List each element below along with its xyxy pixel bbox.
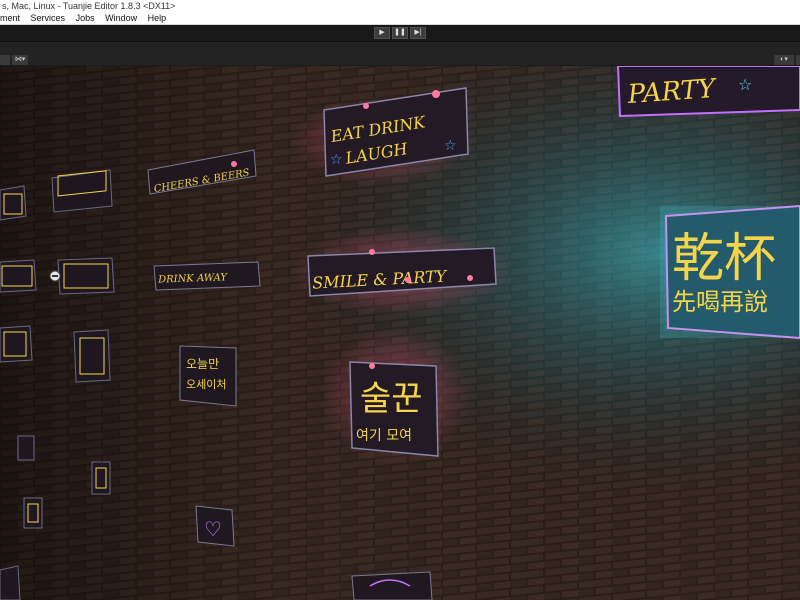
neon-sign-party-top[interactable]: PARTY ☆ <box>616 66 800 118</box>
neon-sign-chinese[interactable]: 乾杯 先喝再說 <box>660 204 800 340</box>
menu-item-component[interactable]: ment <box>0 13 20 23</box>
step-button[interactable]: ▶| <box>410 27 426 39</box>
scene-camera-button[interactable]: ◐▾ <box>774 55 794 65</box>
neon-sign-korean-main[interactable]: 술꾼 여기 모여 <box>320 326 470 466</box>
menu-bar: ment Services Jobs Window Help <box>0 12 800 25</box>
play-icon: ▶ <box>379 29 385 36</box>
star-icon: ☆ <box>738 77 752 94</box>
chinese-sub-text: 先喝再說 <box>672 288 768 316</box>
korean-small-line1: 오늘만 <box>186 357 219 371</box>
neon-sign-eat-drink-laugh[interactable]: EAT DRINK LAUGH ☆ ☆ <box>290 87 470 186</box>
neon-sign-smile-party[interactable]: SMILE & PARTY <box>290 226 510 316</box>
korean-main-text: 술꾼 <box>360 379 423 419</box>
pause-icon: ❚❚ <box>394 29 406 36</box>
step-icon: ▶| <box>414 29 422 36</box>
scene-overflow-button[interactable] <box>796 55 800 65</box>
scene-tools-button[interactable]: ⋈▾ <box>12 55 28 65</box>
menu-item-window[interactable]: Window <box>105 13 137 23</box>
window-title: s, Mac, Linux - Tuanjie Editor 1.8.3 <DX… <box>2 1 176 11</box>
neon-sign-drink-away[interactable]: DRINK AWAY <box>153 261 261 291</box>
party-top-text: PARTY <box>626 74 719 110</box>
camera-icon: ◐▾ <box>780 56 788 63</box>
neon-sign-heart[interactable]: ♡ <box>195 505 235 547</box>
menu-item-jobs[interactable]: Jobs <box>76 13 95 23</box>
menu-item-help[interactable]: Help <box>148 13 167 23</box>
menu-item-services[interactable]: Services <box>31 13 66 23</box>
window-titlebar: s, Mac, Linux - Tuanjie Editor 1.8.3 <DX… <box>0 0 800 12</box>
star-icon: ☆ <box>330 151 343 167</box>
neon-sign-korean-small[interactable]: 오늘만 오세이처 <box>179 345 237 407</box>
chinese-main-text: 乾杯 <box>672 229 776 289</box>
star-icon: ☆ <box>444 137 457 153</box>
main-toolbar: ▶ ❚❚ ▶| <box>0 25 800 41</box>
scene-view-header: ⋈▾ ◐▾ <box>0 41 800 65</box>
pause-button[interactable]: ❚❚ <box>392 27 408 39</box>
scene-menu-button[interactable] <box>0 55 10 65</box>
korean-sub-text: 여기 모여 <box>356 428 412 444</box>
heart-icon: ♡ <box>204 519 222 541</box>
play-button[interactable]: ▶ <box>374 27 390 39</box>
scene-tools-icon: ⋈▾ <box>14 56 26 63</box>
korean-small-line2: 오세이처 <box>186 378 226 391</box>
scene-viewport[interactable]: PARTY ☆ EAT DRINK LAUGH ☆ ☆ CHEERS & BEE… <box>0 66 800 600</box>
